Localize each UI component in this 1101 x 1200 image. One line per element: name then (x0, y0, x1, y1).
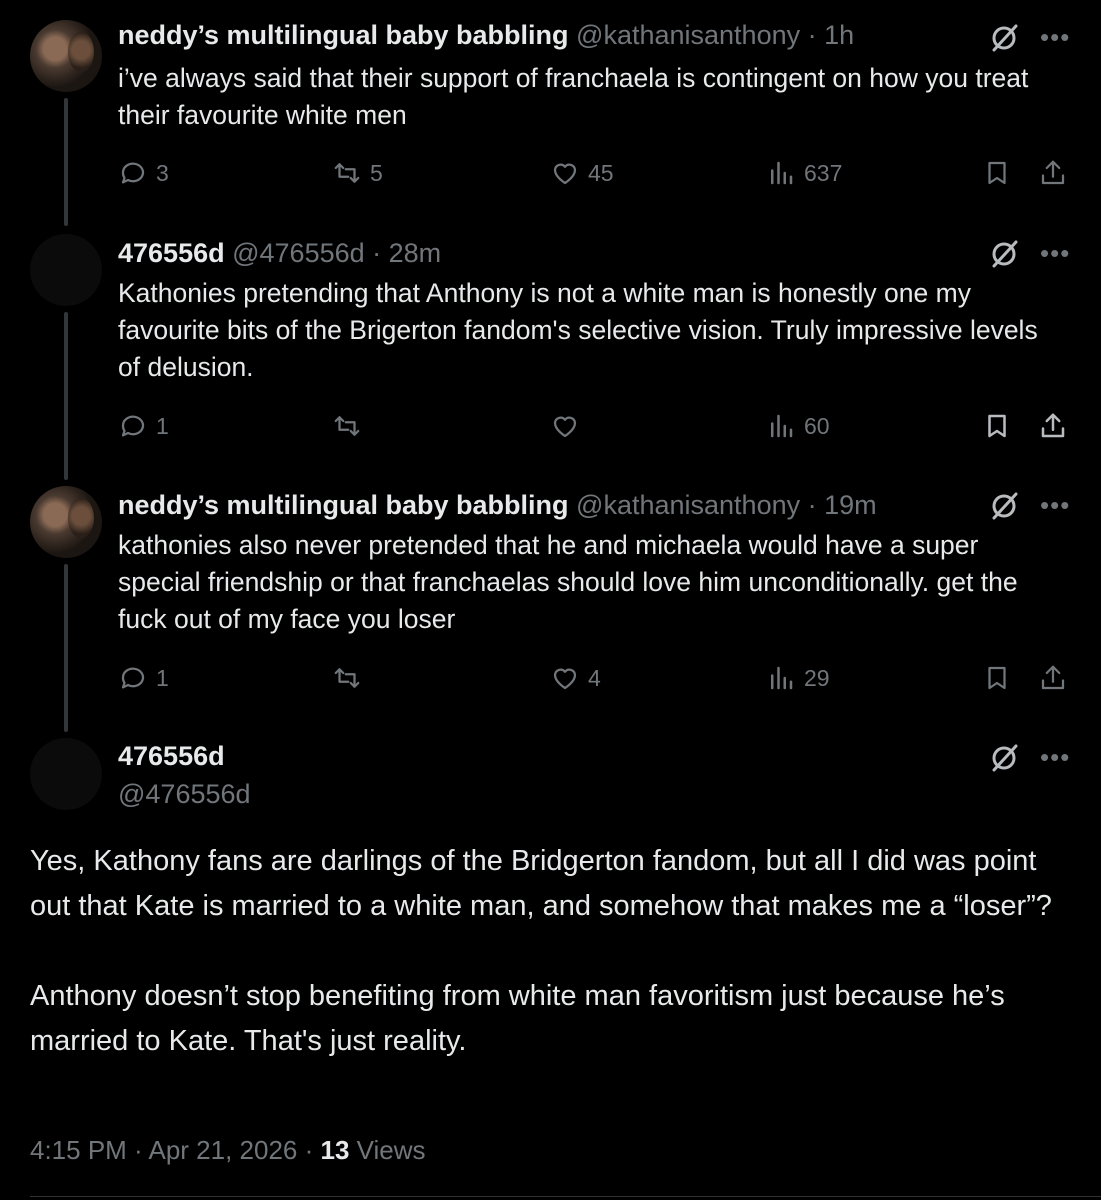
bookmark-icon[interactable] (982, 158, 1012, 188)
author-handle[interactable]: @kathanisanthony (576, 20, 800, 50)
avatar[interactable] (30, 738, 102, 810)
action-bar: 1 4 29 (118, 663, 1078, 703)
timestamp[interactable]: · 19m (808, 490, 877, 520)
thread-line (64, 98, 68, 226)
like-count: 45 (588, 160, 614, 186)
bookmark-icon[interactable] (982, 663, 1012, 693)
paragraph: Yes, Kathony fans are darlings of the Br… (30, 845, 1052, 922)
views-button[interactable]: 637 (766, 158, 842, 188)
reply-button[interactable]: 1 (118, 663, 169, 693)
avatar[interactable] (30, 234, 102, 306)
tweet-header: neddy’s multilingual baby babbling @kath… (118, 20, 854, 51)
paragraph: Anthony doesn’t stop benefiting from whi… (30, 980, 1005, 1057)
tweet-header: neddy’s multilingual baby babbling @kath… (118, 490, 877, 521)
avatar[interactable] (30, 20, 102, 92)
reply-count: 1 (156, 665, 169, 691)
repost-icon (334, 416, 360, 436)
like-button[interactable]: 45 (550, 158, 614, 188)
views-count: 13 (320, 1135, 350, 1165)
reply-count: 1 (156, 413, 169, 439)
repost-count: 5 (370, 160, 383, 186)
action-bar: 3 5 45 637 (118, 158, 1078, 198)
views-count: 637 (804, 160, 843, 186)
repost-button[interactable] (332, 411, 370, 441)
views-button[interactable]: 60 (766, 411, 830, 441)
author-name[interactable]: 476556d (118, 741, 225, 772)
timestamp[interactable]: · 28m (372, 238, 441, 268)
action-bar: 1 60 (118, 411, 1078, 451)
author-handle[interactable]: @476556d (232, 238, 365, 268)
reply-icon (121, 415, 145, 437)
grok-icon[interactable] (988, 238, 1020, 270)
reply-icon (121, 162, 145, 184)
divider (30, 1196, 1101, 1197)
repost-icon (334, 668, 360, 688)
views-label: Views (349, 1135, 426, 1165)
more-icon[interactable]: ••• (1040, 238, 1070, 269)
timestamp[interactable]: · 1h (808, 20, 855, 50)
author-handle[interactable]: @kathanisanthony (576, 490, 800, 520)
author-name[interactable]: neddy’s multilingual baby babbling (118, 20, 569, 50)
grok-icon[interactable] (988, 490, 1020, 522)
tweet-text: i’ve always said that their support of f… (118, 63, 1029, 130)
heart-icon (553, 668, 577, 690)
repost-button[interactable]: 5 (332, 158, 383, 188)
like-count: 4 (588, 665, 601, 691)
views-chart-icon (771, 161, 793, 185)
share-icon[interactable] (1038, 411, 1068, 441)
thread-line (64, 564, 68, 732)
repost-icon (334, 163, 360, 183)
grok-icon[interactable] (988, 742, 1020, 774)
author-handle[interactable]: @476556d (118, 779, 251, 810)
thread-line (64, 312, 68, 480)
reply-icon (121, 667, 145, 689)
share-icon[interactable] (1038, 663, 1068, 693)
tweet-header: 476556d @476556d · 28m (118, 238, 441, 269)
heart-icon (553, 416, 577, 438)
tweet-text: Kathonies pretending that Anthony is not… (118, 278, 1038, 382)
views-button[interactable]: 29 (766, 663, 830, 693)
reply-button[interactable]: 3 (118, 158, 169, 188)
more-icon[interactable]: ••• (1040, 22, 1070, 53)
heart-icon (553, 163, 577, 185)
timestamp[interactable]: 4:15 PM · Apr 21, 2026 · (30, 1135, 321, 1165)
bookmark-icon[interactable] (982, 411, 1012, 441)
views-chart-icon (771, 666, 793, 690)
author-name[interactable]: 476556d (118, 238, 225, 268)
more-icon[interactable]: ••• (1040, 490, 1070, 521)
avatar[interactable] (30, 486, 102, 558)
reply-count: 3 (156, 160, 169, 186)
tweet-text: kathonies also never pretended that he a… (118, 530, 1018, 634)
repost-button[interactable] (332, 663, 370, 693)
tweet-metadata: 4:15 PM · Apr 21, 2026 · 13 Views (30, 1135, 426, 1166)
more-icon[interactable]: ••• (1040, 742, 1070, 773)
views-chart-icon (771, 414, 793, 438)
views-count: 60 (804, 413, 830, 439)
share-icon[interactable] (1038, 158, 1068, 188)
grok-icon[interactable] (988, 22, 1020, 54)
like-button[interactable] (550, 411, 588, 441)
tweet-text: Yes, Kathony fans are darlings of the Br… (30, 839, 1080, 1064)
author-name[interactable]: neddy’s multilingual baby babbling (118, 490, 569, 520)
like-button[interactable]: 4 (550, 663, 601, 693)
reply-button[interactable]: 1 (118, 411, 169, 441)
views-count: 29 (804, 665, 830, 691)
